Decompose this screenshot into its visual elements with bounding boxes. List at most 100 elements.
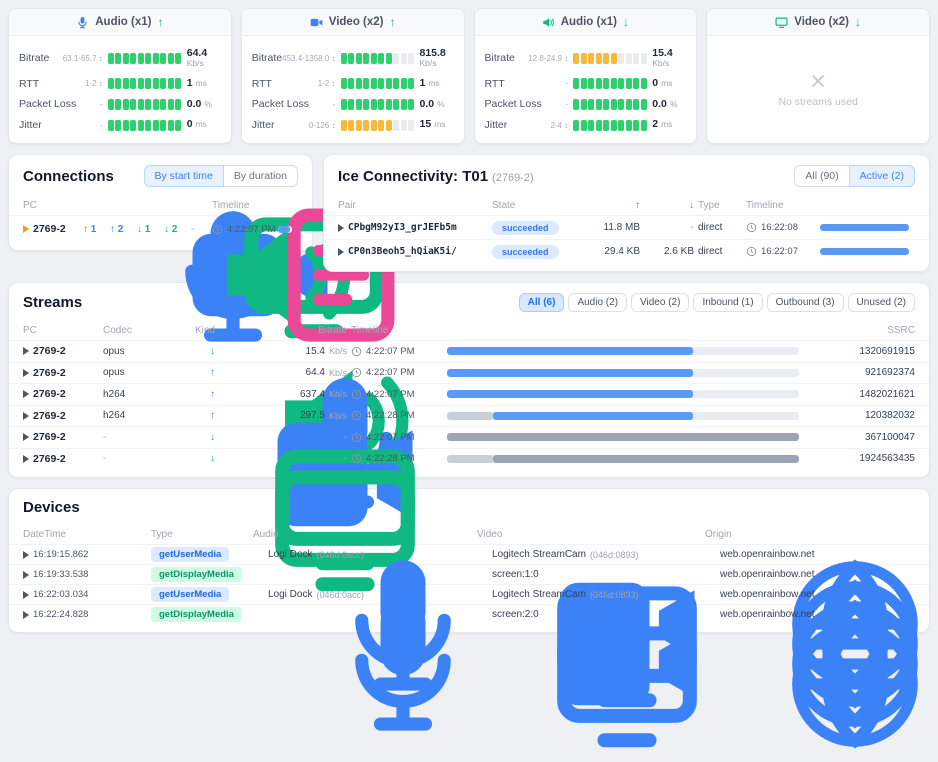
close-icon [809,72,827,90]
stream-time: 4:22:07 PM [366,432,415,443]
bytes-sent: 29.4 KB [580,246,640,257]
row-expander-icon[interactable] [23,571,29,579]
device-datetime: 16:19:15.862 [33,549,88,560]
metric-range: 63.1-65.7 ↕ [49,54,107,63]
datetime-cell: 16:22:03.034 [23,589,147,600]
pair-time: 16:22:07 [761,246,798,257]
filter-all[interactable]: All (6) [519,293,565,312]
active-pairs-button[interactable]: Active (2) [850,165,915,187]
by-start-time-button[interactable]: By start time [144,165,224,187]
ice-table-header: Pair State ↑ ↓ Type Timeline [324,195,929,215]
col-pc: PC [23,200,79,211]
speaker-icon [542,16,555,29]
pair-id: CP0n3Beoh5_hQiaK5i/ [348,246,457,257]
video-camera-icon [110,200,121,211]
col-kind: Kind [195,325,257,336]
metric-label: Jitter [19,119,42,131]
timeline-bar [447,412,799,420]
row-expander-icon[interactable] [23,611,29,619]
kind-cell: ↓ [195,346,257,357]
origin-cell: web.openrainbow.net [705,569,915,580]
down-arrow-icon: ↓ [623,15,629,29]
metric-label: Bitrate [19,52,49,64]
card-title: Audio (x1) [95,16,151,28]
timeline-bar [447,369,799,377]
down-arrow-icon: ↓ [855,15,861,29]
metric-row: Packet Loss - 0.0% [252,98,454,110]
ice-title: Ice Connectivity: T01(2769-2) [338,168,534,185]
card-audio-outbound: Audio (x1) ↑ Bitrate 63.1-65.7 ↕ 64.4Kb/… [8,8,232,144]
metric-label: RTT [19,78,39,90]
row-expander-icon[interactable] [23,433,29,441]
row-expander-icon[interactable] [23,369,29,377]
timeline-bar [820,224,909,231]
stream-time: 4:22:28 PM [366,453,415,464]
metric-value: 1ms [416,78,454,90]
video-camera-icon [477,549,488,560]
bitrate-cell: 64.4Kb/s [261,367,347,378]
metric-range: 2-4 ↕ [507,121,573,130]
metric-row: Bitrate 63.1-65.7 ↕ 64.4Kb/s [19,48,221,69]
row-expander-icon[interactable] [23,347,29,355]
pc-cell: 2769-2 [23,431,99,443]
metric-value: 0ms [648,78,686,90]
timeline-bar [820,248,909,255]
bitrate-cell: 637.4Kb/s [261,389,347,400]
pc-id: 2769-2 [33,453,66,465]
row-expander-icon[interactable] [338,248,344,256]
row-expander-icon[interactable] [23,390,29,398]
up-arrow-icon: ↑ [390,15,396,29]
metric-bars [573,78,648,89]
down-arrow-icon: ↓ [210,432,215,443]
metric-value: 0.0% [183,99,221,111]
row-expander-icon[interactable] [338,224,344,232]
bytes-sent: 11.8 MB [580,222,640,233]
metric-label: Jitter [252,119,275,131]
metric-range: - [505,79,574,88]
metric-range: - [76,100,108,109]
filter-audio[interactable]: Audio (2) [568,293,627,312]
ice-pair-row: CP0n3Beoh5_hQiaK5i/ succeeded 29.4 KB 2.… [324,239,929,263]
col-timeline: Timeline [351,325,443,336]
state-badge: succeeded [492,221,559,235]
ice-pair-row: CPbgM92yI3_grJEFb5m succeeded 11.8 MB - … [324,215,929,239]
row-expander-icon[interactable] [23,412,29,420]
pc-id: 2769-2 [33,345,66,357]
pair-cell: CPbgM92yI3_grJEFb5m [338,222,488,233]
metric-row: Jitter 0-126 ↕ 15ms [252,119,454,131]
metric-value: 15ms [416,119,454,131]
metric-bars [108,53,183,64]
row-expander-icon[interactable] [23,591,29,599]
origin-cell: web.openrainbow.net [705,549,915,560]
row-expander-icon[interactable] [23,455,29,463]
state-badge: succeeded [492,245,559,259]
row-expander-icon[interactable] [23,225,29,233]
filter-unused[interactable]: Unused (2) [848,293,915,312]
filter-inbound[interactable]: Inbound (1) [693,293,762,312]
pc-cell: 2769-2 [23,410,99,422]
filter-outbound[interactable]: Outbound (3) [767,293,844,312]
connections-panel: Connections By start time By duration PC… [8,154,313,251]
metric-value: 64.4Kb/s [183,48,221,69]
stream-time: 4:22:07 PM [366,367,415,378]
by-duration-button[interactable]: By duration [224,165,298,187]
col-bytes-received: ↓ [644,200,694,211]
clock-icon [351,432,362,443]
row-expander-icon[interactable] [23,551,29,559]
pair-time-cell: 16:22:07 [746,246,816,257]
mic-icon [76,16,89,29]
device-datetime: 16:22:03.034 [33,589,88,600]
pc-id: 2769-2 [33,410,66,422]
video-down-count: ↓ 2 [164,224,187,235]
audio-device-name: Logi Dock [268,549,312,560]
metric-range: - [542,100,574,109]
time-cell: 4:22:07 PM [351,367,443,378]
col-codec: Codec [103,325,191,336]
filter-video[interactable]: Video (2) [631,293,689,312]
all-pairs-button[interactable]: All (90) [794,165,849,187]
pc-cell: 2769-2 [23,388,99,400]
metric-label: Packet Loss [252,98,309,110]
type-badge: getUserMedia [151,547,229,562]
type-badge: getDisplayMedia [151,607,242,622]
card-title: Audio (x1) [561,16,617,28]
